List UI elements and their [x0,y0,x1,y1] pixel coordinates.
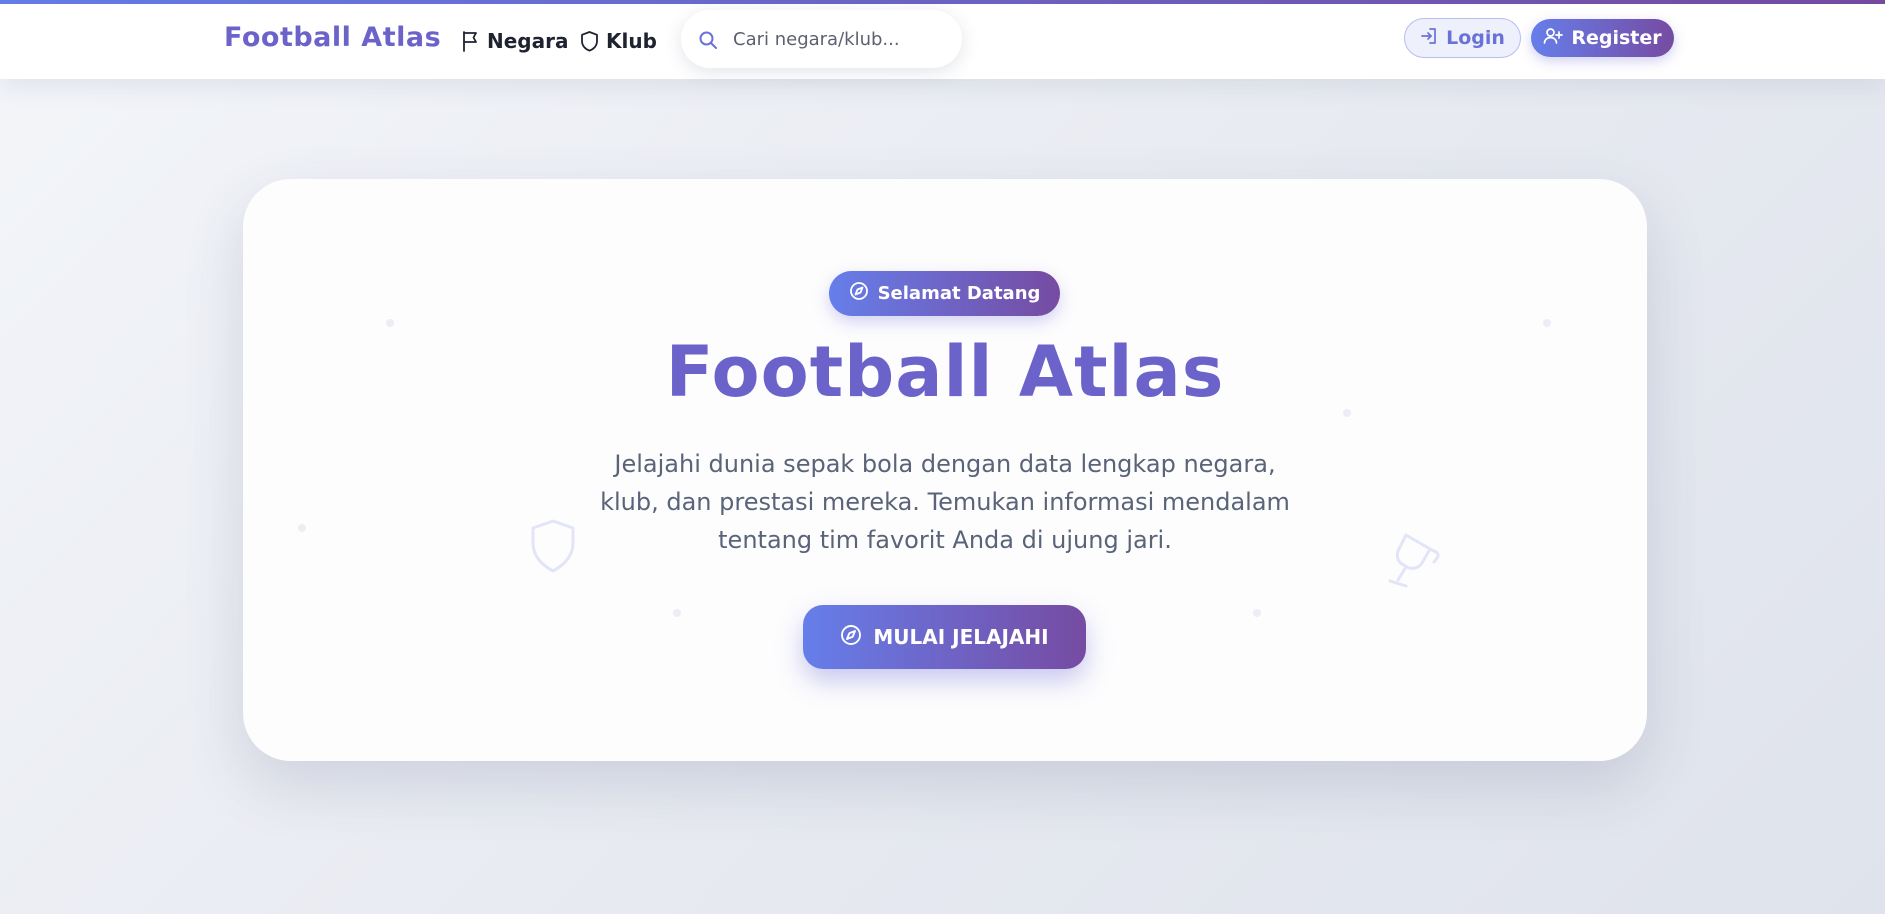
add-user-icon [1543,27,1564,50]
brand-logo[interactable]: Football Atlas [224,22,441,53]
search-input[interactable] [733,24,943,54]
hero-title: Football Atlas [665,331,1225,413]
nav-link-klub[interactable]: Klub [580,26,657,56]
cta-label: MULAI JELAJAHI [873,625,1049,649]
compass-icon [840,624,862,651]
search-box [681,10,962,68]
hero-description: Jelajahi dunia sepak bola dengan data le… [600,450,1290,554]
login-label: Login [1446,27,1505,49]
shield-icon [580,30,599,52]
nav-link-negara[interactable]: Negara [461,26,568,56]
start-exploring-button[interactable]: MULAI JELAJAHI [803,605,1086,669]
login-icon [1420,27,1438,50]
decorative-dot [673,609,681,617]
decorative-dot [1543,319,1551,327]
login-button[interactable]: Login [1404,18,1521,58]
search-icon [698,30,718,54]
nav-link-label: Negara [487,29,569,53]
register-label: Register [1571,27,1662,49]
decorative-dot [298,524,306,532]
nav-link-label: Klub [606,29,657,53]
flag-icon [461,30,480,52]
trophy-icon [1376,525,1446,599]
badge-label: Selamat Datang [877,283,1041,304]
register-button[interactable]: Register [1531,19,1674,57]
decorative-dot [386,319,394,327]
welcome-badge: Selamat Datang [829,271,1060,316]
hero-card: Selamat Datang Football Atlas Jelajahi d… [243,179,1647,761]
compass-icon [849,281,869,306]
navbar: Football Atlas Negara Klub Cari negara/k… [0,4,1885,79]
shield-icon [527,517,579,581]
decorative-dot [1253,609,1261,617]
